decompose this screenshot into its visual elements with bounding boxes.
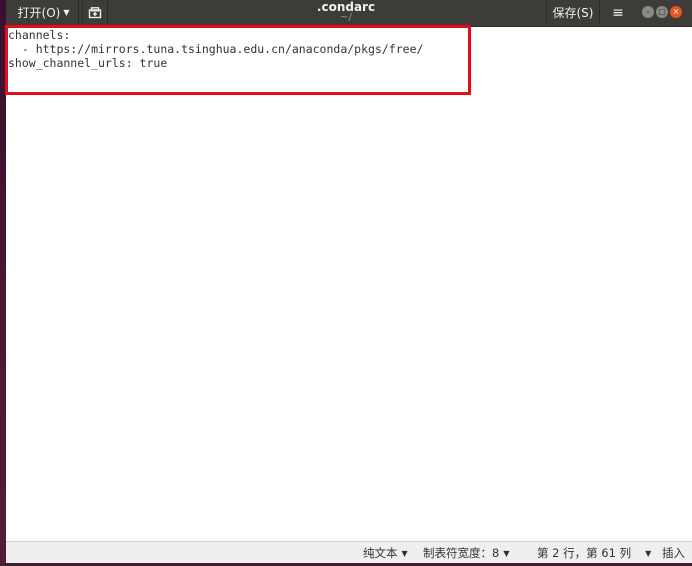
chevron-down-icon: ▼ — [63, 8, 70, 17]
chevron-down-icon: ▼ — [401, 548, 408, 558]
new-tab-icon — [88, 6, 102, 18]
syntax-label: 纯文本 — [363, 546, 398, 560]
gedit-window: 打开(O) ▼ .condarc ~/ 保存(S) ≡ – □ × channe… — [5, 0, 692, 566]
window-title-block: .condarc ~/ — [246, 0, 446, 23]
tab-width-label: 制表符宽度：8 — [423, 546, 500, 560]
menu-button[interactable]: ≡ — [606, 1, 630, 24]
hamburger-menu-icon: ≡ — [612, 4, 624, 21]
chevron-down-icon: ▼ — [503, 548, 510, 558]
statusbar: 纯文本 ▼ 制表符宽度：8 ▼ 第 2 行，第 61 列 ▼ 插入 — [6, 541, 692, 564]
open-button-label: 打开(O) — [17, 6, 61, 20]
tab-width-selector[interactable]: 制表符宽度：8 ▼ — [423, 545, 509, 561]
cursor-position-label: 第 2 行，第 61 列 — [537, 546, 632, 560]
insert-mode-indicator[interactable]: 插入 — [662, 545, 685, 561]
chevron-down-icon: ▼ — [645, 548, 652, 558]
text-editor-area[interactable]: channels: - https://mirrors.tuna.tsinghu… — [5, 25, 692, 541]
close-icon[interactable]: × — [670, 6, 682, 18]
headerbar: 打开(O) ▼ .condarc ~/ 保存(S) ≡ – □ × — [6, 0, 692, 27]
maximize-icon[interactable]: □ — [656, 6, 668, 18]
insert-mode-label: 插入 — [662, 546, 685, 560]
highlight-annotation-box — [5, 25, 471, 95]
cursor-position-selector[interactable]: 第 2 行，第 61 列 ▼ — [537, 545, 651, 561]
minimize-icon[interactable]: – — [642, 6, 654, 18]
new-tab-button[interactable] — [82, 1, 108, 24]
save-button[interactable]: 保存(S) — [546, 1, 600, 24]
syntax-selector[interactable]: 纯文本 ▼ — [363, 545, 408, 561]
window-subtitle: ~/ — [340, 12, 352, 23]
open-button[interactable]: 打开(O) ▼ — [9, 1, 79, 24]
save-button-label: 保存(S) — [552, 6, 594, 20]
